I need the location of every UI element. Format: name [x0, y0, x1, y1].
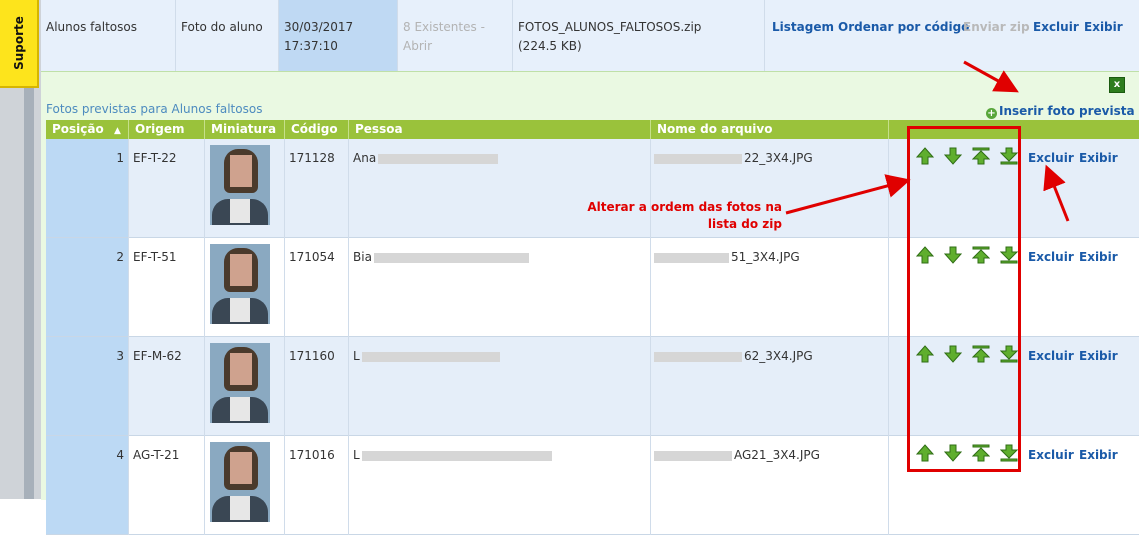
row-arquivo: AG21_3X4.JPG [654, 448, 820, 462]
row-exibir-link[interactable]: Exibir [1079, 151, 1118, 165]
annotation-line-1: Alterar a ordem das fotos na [587, 200, 782, 214]
support-tab-label: Suporte [11, 16, 26, 70]
zip-file-name: FOTOS_ALUNOS_FALTOSOS.zip [518, 20, 702, 34]
col-posicao[interactable]: Posição ▲ [46, 120, 128, 139]
row-arquivo-text: 62_3X4.JPG [744, 349, 813, 363]
row-excluir-link[interactable]: Excluir [1028, 349, 1074, 363]
row-pessoa-text: Ana [353, 151, 377, 165]
row-codigo: 171160 [289, 349, 335, 363]
zip-type: Foto do aluno [175, 0, 278, 71]
zip-existing: 8 Existentes - Abrir [397, 0, 512, 71]
student-thumbnail[interactable] [210, 244, 270, 324]
row-excluir-link[interactable]: Excluir [1028, 448, 1074, 462]
reorder-annotation: Alterar a ordem das fotos na lista do zi… [586, 199, 782, 233]
row-codigo: 171016 [289, 448, 335, 462]
row-excluir-link[interactable]: Excluir [1028, 250, 1074, 264]
row-origem: AG-T-21 [133, 448, 180, 462]
row-excluir-link[interactable]: Excluir [1028, 151, 1074, 165]
zip-existing-count: 8 Existentes - [403, 20, 485, 34]
ordenar-link[interactable]: Ordenar por código [838, 20, 969, 34]
col-codigo[interactable]: Código [284, 120, 348, 139]
panel-title: Fotos previstas para Alunos faltosos [46, 102, 263, 116]
row-origem: EF-M-62 [133, 349, 182, 363]
row-position: 4 [116, 448, 124, 462]
row-codigo: 171128 [289, 151, 335, 165]
annotation-line-2: lista do zip [707, 217, 782, 231]
row-exibir-link[interactable]: Exibir [1079, 250, 1118, 264]
support-tab[interactable]: Suporte [0, 0, 39, 88]
zip-row: Alunos faltosos Foto do aluno 30/03/2017… [41, 0, 1139, 72]
row-pessoa-text: L [353, 349, 360, 363]
row-arquivo-text: 51_3X4.JPG [731, 250, 800, 264]
student-thumbnail[interactable] [210, 343, 270, 423]
row-exibir-link[interactable]: Exibir [1079, 349, 1118, 363]
zip-file: FOTOS_ALUNOS_FALTOSOS.zip (224.5 KB) [512, 0, 764, 71]
col-arquivo[interactable]: Nome do arquivo [650, 120, 888, 139]
zip-name: Alunos faltosos [46, 20, 137, 34]
insert-photo-link[interactable]: + Inserir foto prevista [986, 104, 1135, 119]
row-exibir-link[interactable]: Exibir [1079, 448, 1118, 462]
enviar-zip-link: Enviar zip [963, 20, 1030, 34]
student-thumbnail[interactable] [210, 145, 270, 225]
close-panel-button[interactable]: x [1109, 77, 1125, 93]
row-arquivo: 51_3X4.JPG [654, 250, 800, 264]
reorder-highlight-box [907, 126, 1021, 472]
col-origem[interactable]: Origem [128, 120, 204, 139]
row-position: 3 [116, 349, 124, 363]
row-arquivo-text: 22_3X4.JPG [744, 151, 813, 165]
row-pessoa-text: L [353, 448, 360, 462]
zip-existing-open[interactable]: Abrir [403, 37, 506, 56]
zip-date-day: 30/03/2017 [284, 20, 354, 34]
row-origem: EF-T-22 [133, 151, 177, 165]
row-position: 1 [116, 151, 124, 165]
excluir-zip-link[interactable]: Excluir [1033, 20, 1079, 34]
exibir-zip-link[interactable]: Exibir [1084, 20, 1123, 34]
row-arquivo: 22_3X4.JPG [654, 151, 813, 165]
zip-date-time: 17:37:10 [284, 39, 338, 53]
row-pessoa: Ana [353, 151, 499, 165]
listagem-link[interactable]: Listagem [772, 20, 834, 34]
col-miniatura[interactable]: Miniatura [204, 120, 284, 139]
insert-photo-label: Inserir foto prevista [999, 104, 1135, 118]
row-origem: EF-T-51 [133, 250, 177, 264]
row-position: 2 [116, 250, 124, 264]
row-pessoa: L [353, 349, 500, 363]
student-thumbnail[interactable] [210, 442, 270, 522]
row-codigo: 171054 [289, 250, 335, 264]
row-arquivo: 62_3X4.JPG [654, 349, 813, 363]
row-pessoa-text: Bia [353, 250, 372, 264]
zip-file-size: (224.5 KB) [518, 39, 582, 53]
zip-date: 30/03/2017 17:37:10 [278, 0, 397, 71]
row-pessoa: Bia [353, 250, 529, 264]
col-posicao-label: Posição [52, 122, 104, 136]
col-pessoa[interactable]: Pessoa [348, 120, 650, 139]
zip-actions [764, 0, 1139, 71]
plus-circle-icon: + [986, 108, 997, 119]
sort-asc-icon: ▲ [113, 126, 121, 136]
row-arquivo-text: AG21_3X4.JPG [734, 448, 820, 462]
row-pessoa: L [353, 448, 552, 462]
